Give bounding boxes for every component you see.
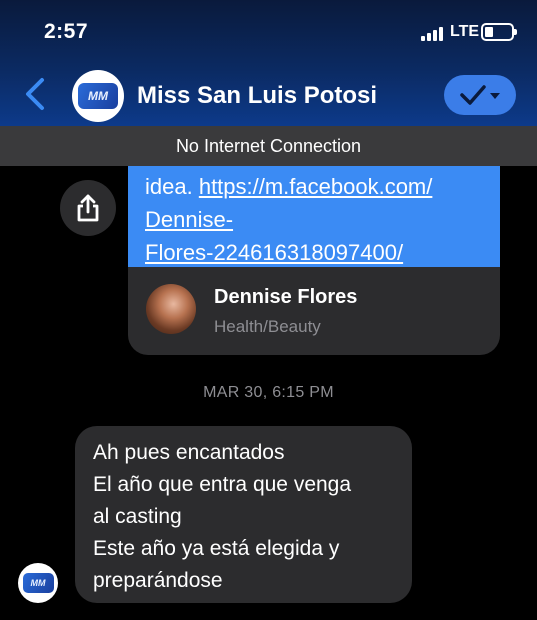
- url-link-part[interactable]: https://m.facebook.com/: [199, 174, 433, 199]
- url-link-part[interactable]: Dennise-: [145, 203, 484, 236]
- message-timestamp: MAR 30, 6:15 PM: [203, 384, 334, 401]
- contact-avatar[interactable]: MM: [72, 70, 124, 122]
- preview-profile-photo: [146, 284, 196, 334]
- preview-name: Dennise Flores: [214, 286, 358, 308]
- link-line: idea. https://m.facebook.com/: [145, 170, 484, 203]
- no-internet-banner: No Internet Connection: [0, 126, 537, 166]
- link-prefix: idea.: [145, 174, 199, 199]
- message-line: Este año ya está elegida y: [93, 537, 340, 560]
- avatar-logo: MM: [78, 83, 118, 109]
- share-icon: [77, 194, 99, 222]
- banner-text: No Internet Connection: [175, 135, 362, 156]
- share-button[interactable]: [60, 180, 116, 236]
- url-link-part[interactable]: Flores-224616318097400/: [145, 236, 484, 269]
- back-button[interactable]: [20, 76, 52, 112]
- message-line: El año que entra que venga: [93, 473, 352, 496]
- verify-dropdown-button[interactable]: [444, 75, 516, 115]
- message-line: Ah pues encantados: [93, 441, 285, 464]
- avatar-logo: MM: [22, 573, 54, 593]
- checkmark-dropdown-icon: [460, 85, 500, 105]
- network-type: LTE: [450, 23, 480, 40]
- status-bar: 2:57 LTE: [0, 0, 537, 62]
- message-line: preparándose: [93, 569, 223, 592]
- sender-avatar[interactable]: MM: [18, 563, 58, 603]
- link-message-card[interactable]: idea. https://m.facebook.com/ Dennise- F…: [128, 166, 500, 355]
- chevron-left-icon: [26, 78, 44, 110]
- preview-category: Health/Beauty: [214, 317, 321, 336]
- battery-low-icon: [481, 23, 517, 41]
- chat-title[interactable]: Miss San Luis Potosi: [137, 82, 377, 110]
- signal-bars-icon: [421, 27, 443, 41]
- link-message-text: idea. https://m.facebook.com/ Dennise- F…: [128, 166, 500, 267]
- message-bubble[interactable]: Ah pues encantados El año que entra que …: [75, 426, 412, 603]
- message-line: al casting: [93, 505, 182, 528]
- status-time: 2:57: [44, 20, 89, 43]
